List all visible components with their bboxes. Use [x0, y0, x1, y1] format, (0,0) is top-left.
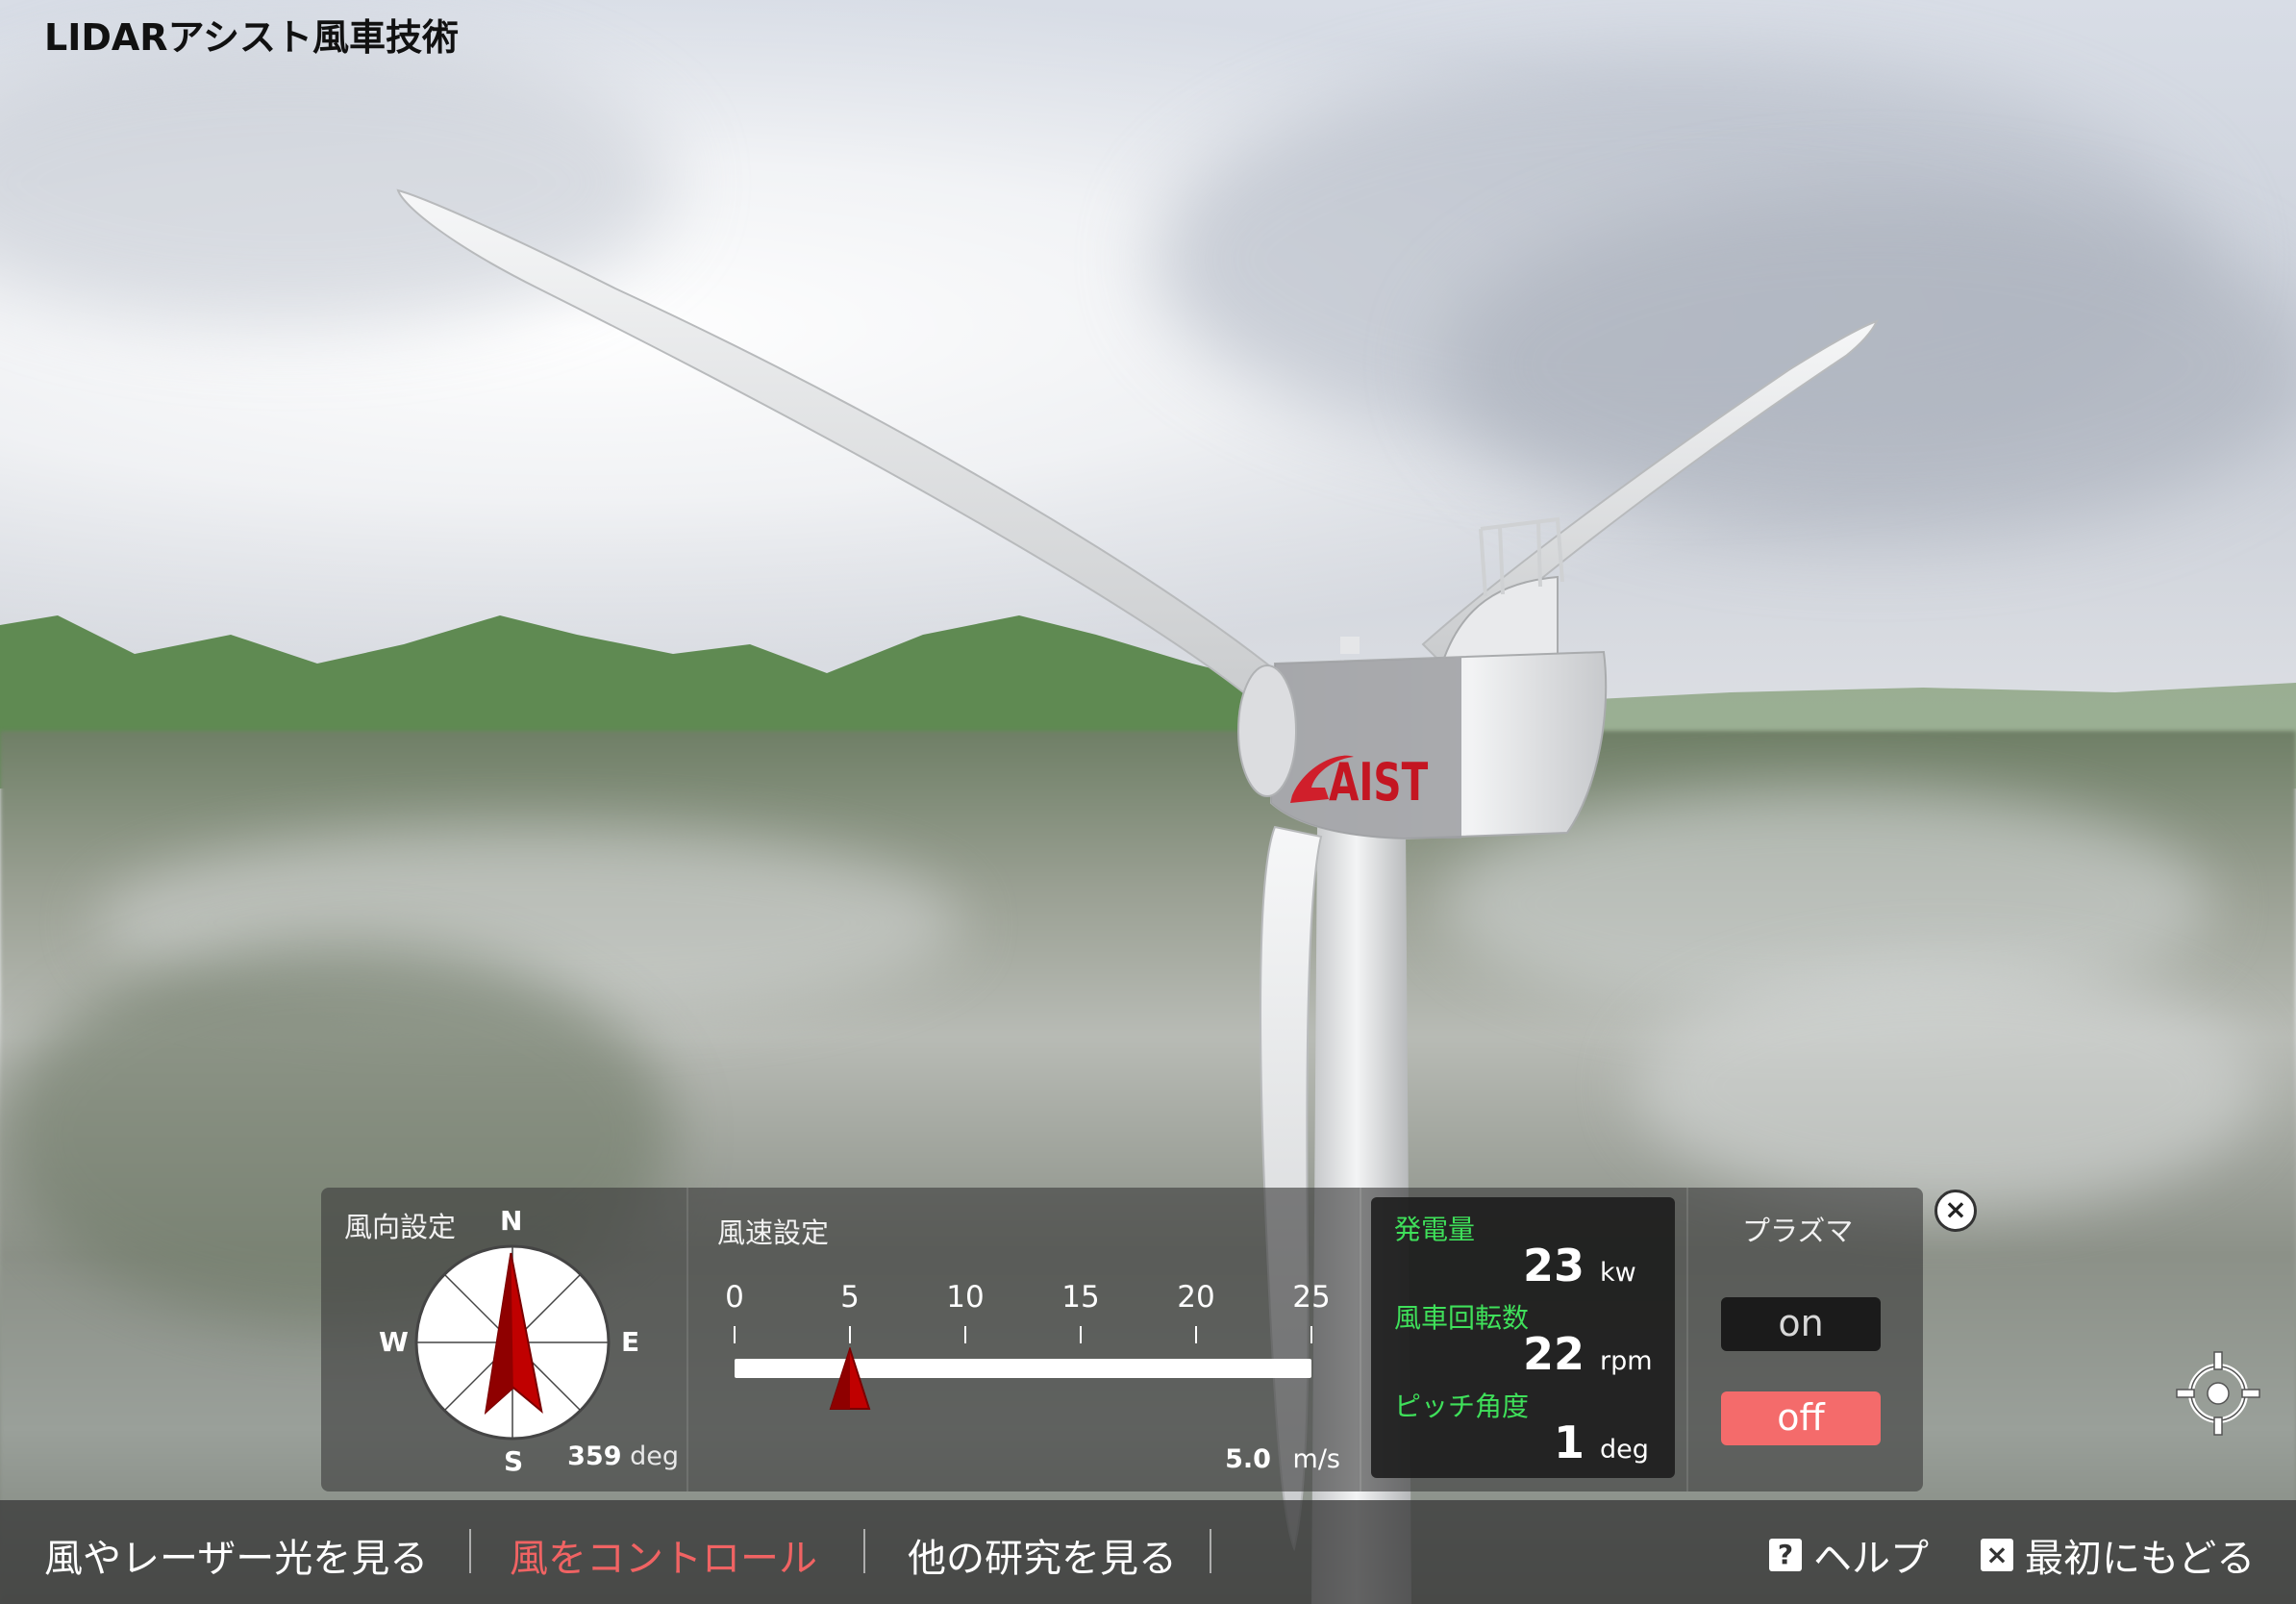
nav-separator	[469, 1529, 471, 1573]
wind-speed-tick-mark	[1310, 1326, 1312, 1343]
rotation-unit: rpm	[1600, 1346, 1653, 1376]
wind-direction-value: 359	[567, 1441, 622, 1471]
compass-east-label: E	[621, 1326, 640, 1358]
wind-speed-tick-mark	[1080, 1326, 1082, 1343]
wind-speed-section: 風速設定 0 5 10 15 20 25 5.0 m/s	[688, 1188, 1361, 1491]
wind-speed-tick-mark	[849, 1326, 851, 1343]
rotation-row: 22 rpm	[1371, 1328, 1660, 1380]
plasma-on-button[interactable]: on	[1721, 1297, 1881, 1351]
pitch-unit: deg	[1600, 1435, 1649, 1465]
wind-speed-value: 5.0	[1225, 1444, 1271, 1474]
wind-speed-slider-thumb[interactable]	[827, 1347, 873, 1411]
wind-speed-tick-label: 20	[1177, 1280, 1215, 1315]
turbine-stats-section: 発電量 23 kw 風車回転数 22 rpm ピッチ角度 1 deg	[1371, 1197, 1675, 1478]
nav-separator	[1210, 1529, 1211, 1573]
wind-speed-slider-track[interactable]	[735, 1359, 1311, 1378]
power-row: 23 kw	[1371, 1240, 1660, 1291]
wind-direction-readout: 359 deg	[567, 1441, 679, 1471]
wind-speed-label: 風速設定	[717, 1216, 830, 1249]
pitch-value: 1	[1553, 1416, 1585, 1468]
wind-direction-unit: deg	[630, 1441, 679, 1471]
control-panel: 風向設定 N S W E 359 deg 風速設定 0 5 10 15 20 25	[321, 1188, 1923, 1491]
compass-south-label: S	[504, 1445, 524, 1477]
nav-other-research[interactable]: 他の研究を見る	[908, 1527, 1177, 1583]
wind-speed-tick-label: 0	[725, 1280, 744, 1315]
turbine-logo-text: AIST	[1329, 752, 1429, 813]
compass-west-label: W	[379, 1326, 409, 1358]
plasma-off-button[interactable]: off	[1721, 1391, 1881, 1445]
plasma-section: プラズマ on off	[1686, 1188, 1925, 1491]
nav-separator	[863, 1529, 865, 1573]
wind-speed-tick-label: 10	[946, 1280, 985, 1315]
wind-direction-section: 風向設定 N S W E 359 deg	[321, 1188, 688, 1491]
wind-speed-unit: m/s	[1292, 1444, 1340, 1474]
wind-direction-label: 風向設定	[344, 1211, 457, 1243]
power-value: 23	[1522, 1240, 1585, 1291]
nav-view-wind-laser[interactable]: 風やレーザー光を見る	[44, 1527, 428, 1583]
wind-speed-tick-label: 5	[840, 1280, 860, 1315]
app-title: LIDARアシスト風車技術	[44, 16, 460, 59]
wind-speed-tick-label: 25	[1292, 1280, 1331, 1315]
bottom-nav-bar: 風やレーザー光を見る 風をコントロール 他の研究を見る ? ヘルプ × 最初にも…	[0, 1500, 2296, 1604]
compass-north-label: N	[500, 1205, 523, 1237]
plasma-label: プラズマ	[1742, 1215, 1854, 1247]
wind-direction-compass[interactable]	[413, 1243, 611, 1441]
help-button[interactable]: ? ヘルプ	[1769, 1527, 1929, 1583]
wind-speed-tick-label: 15	[1061, 1280, 1100, 1315]
nav-control-wind[interactable]: 風をコントロール	[510, 1527, 817, 1583]
close-panel-button[interactable]: ×	[1934, 1190, 1977, 1232]
help-icon: ?	[1769, 1539, 1802, 1571]
rotation-value: 22	[1522, 1328, 1585, 1380]
pitch-row: 1 deg	[1371, 1416, 1660, 1468]
crosshair-icon[interactable]	[2175, 1350, 2261, 1437]
wind-speed-tick-mark	[734, 1326, 736, 1343]
wind-speed-tick-mark	[1195, 1326, 1197, 1343]
close-square-icon: ×	[1981, 1539, 2013, 1571]
home-label: 最初にもどる	[2025, 1537, 2256, 1581]
wind-speed-tick-mark	[964, 1326, 966, 1343]
power-unit: kw	[1600, 1258, 1636, 1288]
help-label: ヘルプ	[1813, 1537, 1929, 1581]
wind-speed-readout: 5.0 m/s	[1225, 1444, 1340, 1474]
home-button[interactable]: × 最初にもどる	[1981, 1527, 2255, 1583]
